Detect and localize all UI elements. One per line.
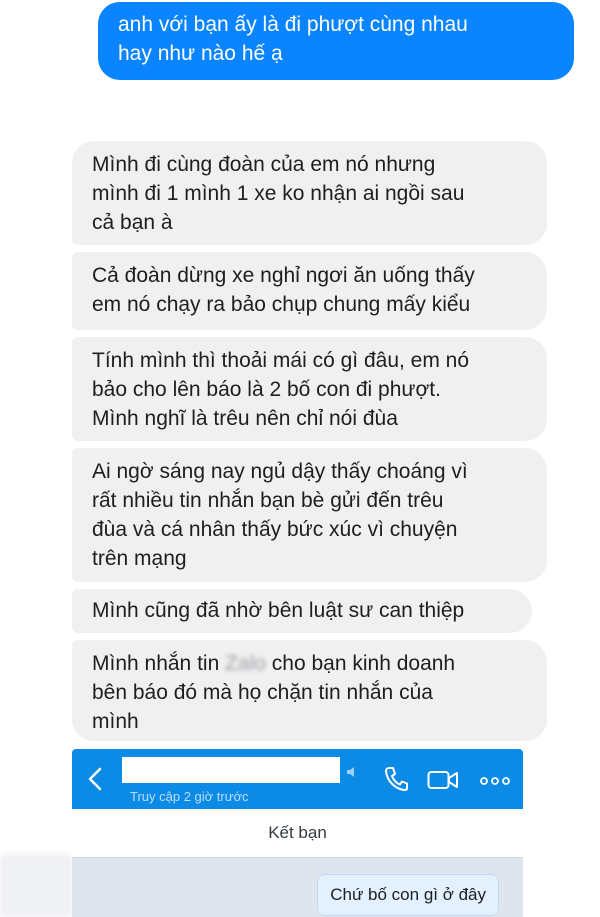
redacted-contact-name — [122, 757, 340, 783]
received-message: Mình đi cùng đoàn của em nó nhưng mình đ… — [72, 141, 547, 245]
message-text: Mình nhắn tin — [92, 652, 226, 675]
blurred-background — [0, 854, 72, 917]
chat-message: Chứ bố con gì ở đây — [317, 874, 499, 916]
received-message: Mình cũng đã nhờ bên luật sư can thiệp — [72, 589, 532, 633]
chat-header: Truy cập 2 giờ trước — [72, 749, 523, 809]
received-message: Mình nhắn tin Zalo cho bạn kinh doanh bê… — [72, 640, 547, 741]
received-message: Tính mình thì thoải mái có gì đâu, em nó… — [72, 337, 547, 441]
speaker-icon — [347, 767, 354, 777]
sent-message: anh với bạn ấy là đi phượt cùng nhau hay… — [98, 2, 574, 80]
video-call-icon[interactable] — [427, 769, 459, 791]
phone-icon[interactable] — [383, 765, 409, 793]
embedded-chat-screenshot: Truy cập 2 giờ trước Kết bạn Chứ bố con … — [72, 749, 523, 917]
add-friend-button[interactable]: Kết bạn — [72, 809, 523, 858]
back-icon[interactable] — [86, 767, 104, 791]
last-seen-status: Truy cập 2 giờ trước — [130, 789, 249, 804]
received-message: Ai ngờ sáng nay ngủ dậy thấy choáng vì r… — [72, 448, 547, 582]
more-icon[interactable] — [480, 777, 510, 785]
blurred-app-name: Zalo — [225, 652, 266, 675]
received-message: Cả đoàn dừng xe nghỉ ngơi ăn uống thấy e… — [72, 252, 547, 330]
chat-area: Chứ bố con gì ở đây — [72, 858, 523, 917]
